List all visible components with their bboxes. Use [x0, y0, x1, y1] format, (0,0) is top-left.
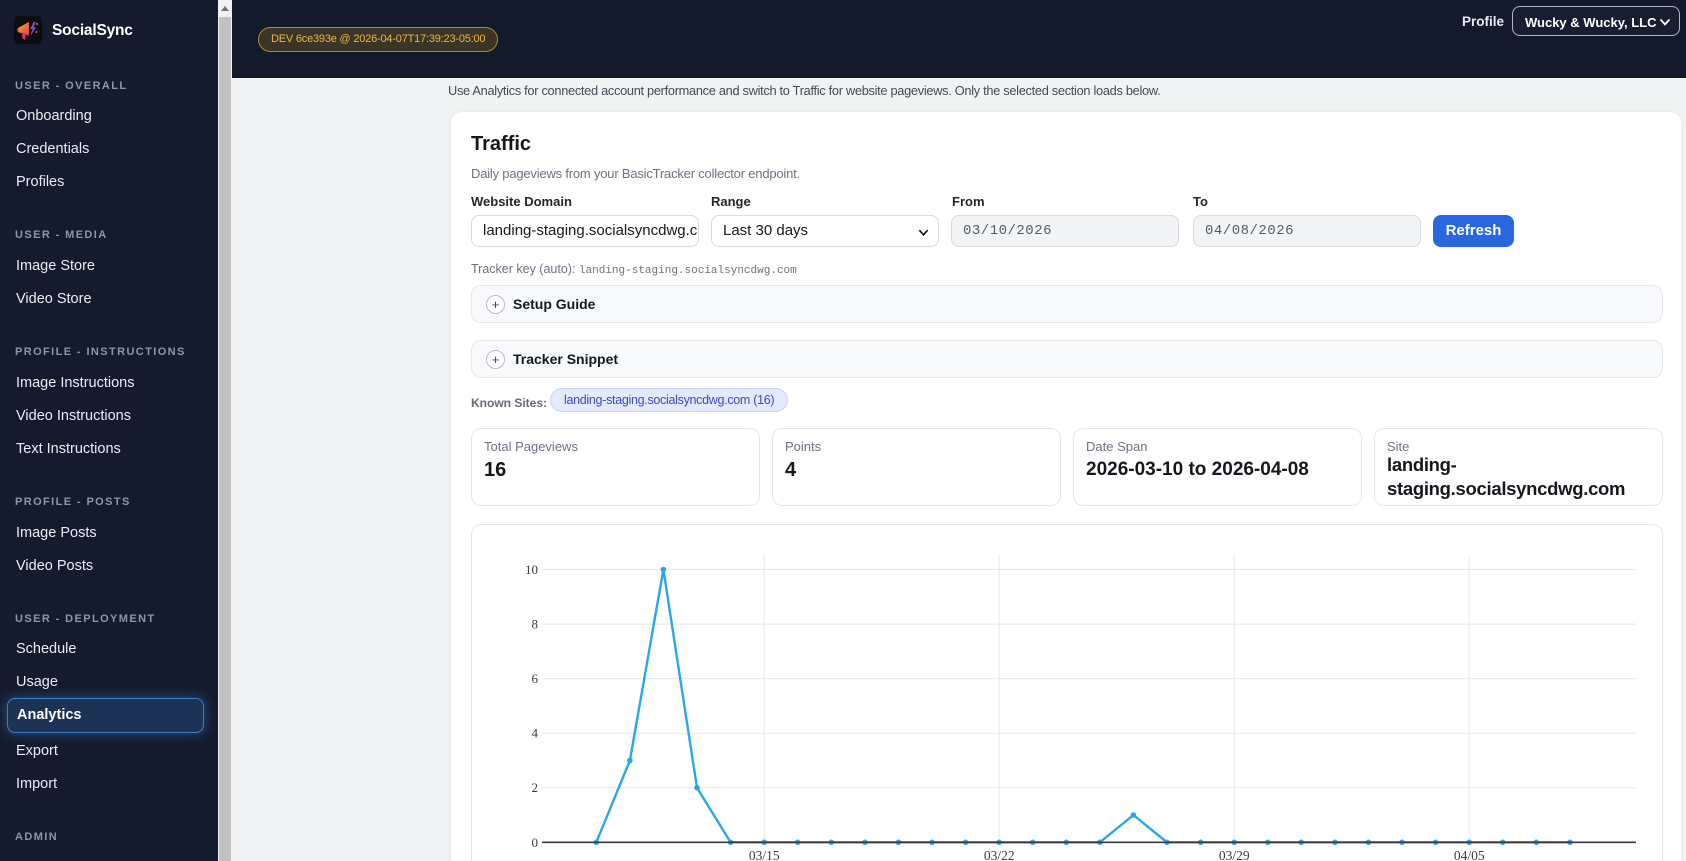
- svg-text:04/05: 04/05: [1454, 848, 1485, 861]
- svg-text:8: 8: [532, 617, 539, 632]
- svg-text:4: 4: [532, 726, 539, 741]
- svg-text:03/22: 03/22: [984, 848, 1015, 861]
- svg-text:2: 2: [532, 780, 539, 795]
- svg-text:03/29: 03/29: [1219, 848, 1250, 861]
- svg-text:10: 10: [525, 562, 538, 577]
- svg-text:6: 6: [532, 671, 539, 686]
- svg-text:0: 0: [532, 835, 539, 850]
- svg-text:03/15: 03/15: [749, 848, 780, 861]
